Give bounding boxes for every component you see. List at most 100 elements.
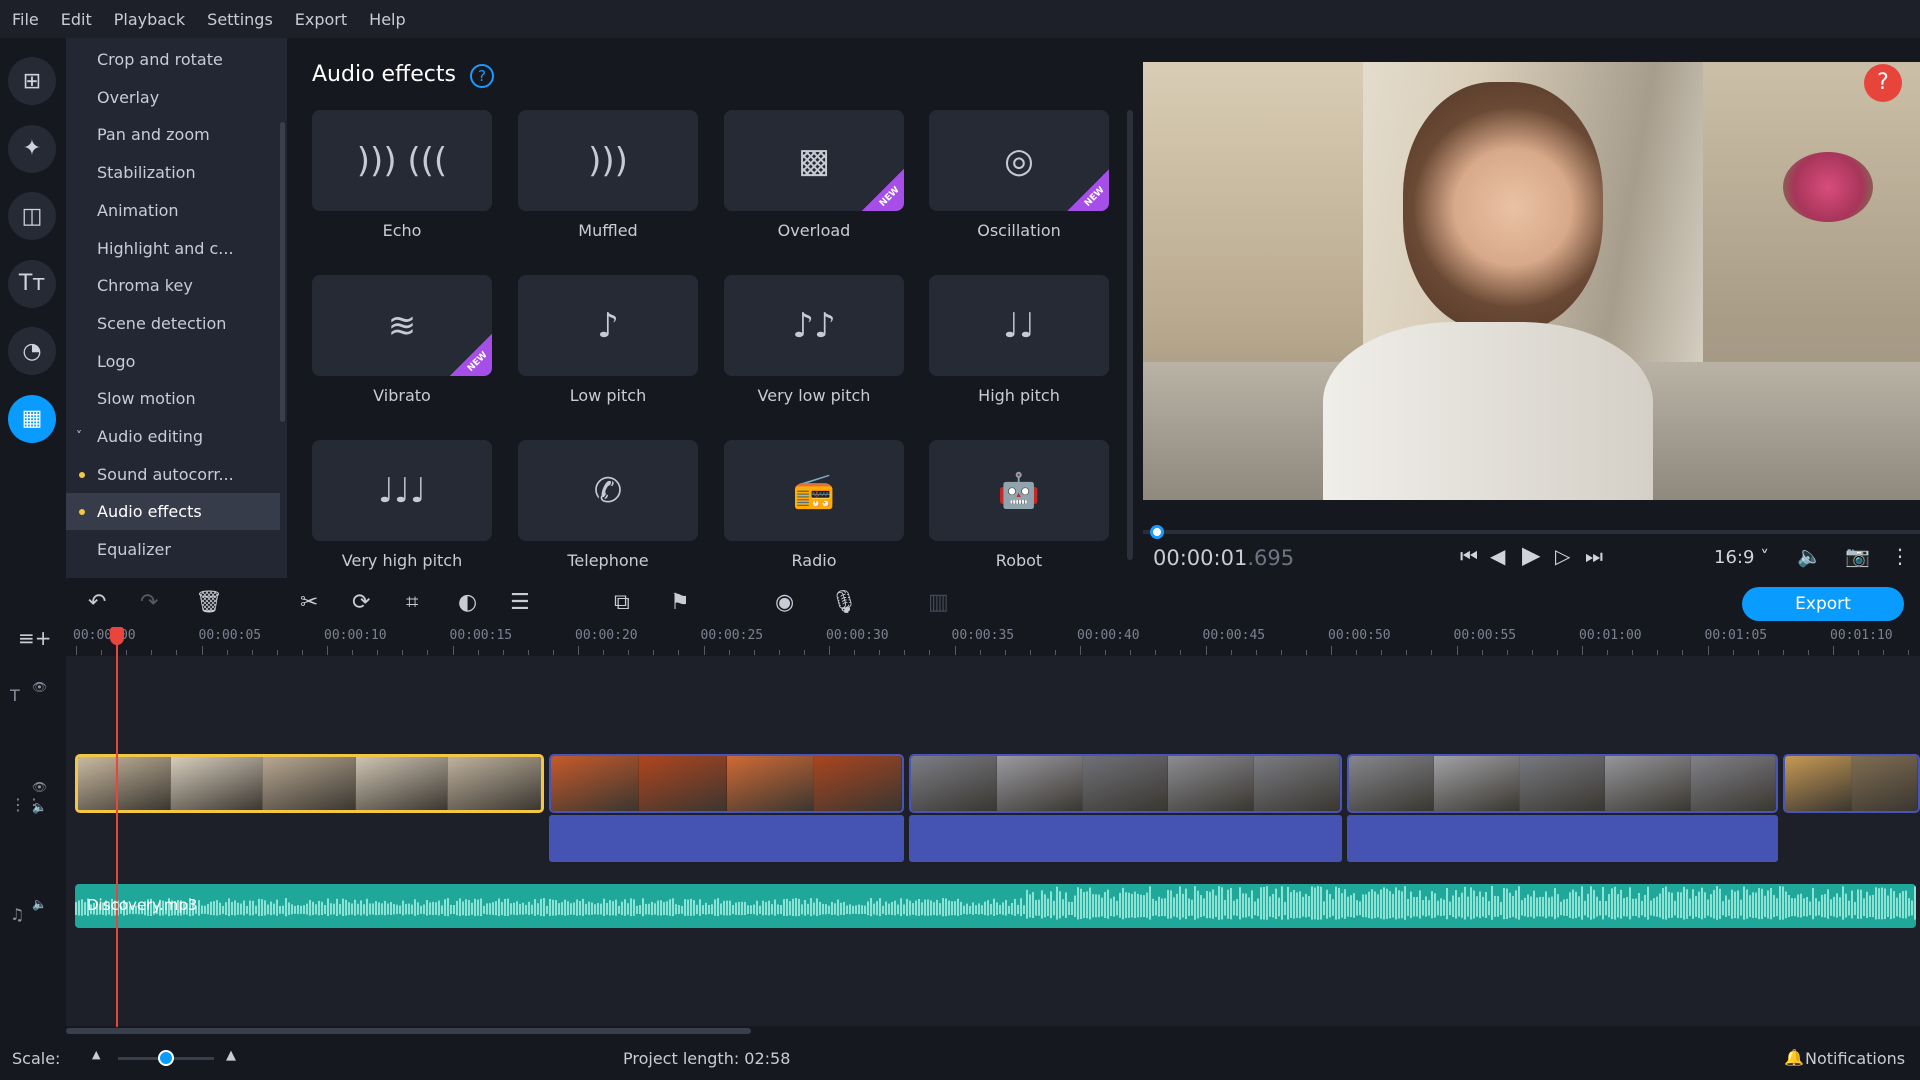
transition-wizard-icon[interactable]: ⧉ [614, 590, 630, 615]
tools-list-item[interactable]: Stabilization [66, 154, 280, 191]
effect-tile-very-low-pitch[interactable]: ♪♪ [724, 275, 904, 376]
tools-list-item[interactable]: ˅ Audio editing [66, 418, 280, 455]
color-adjust-icon[interactable]: ◐ [458, 590, 477, 615]
tools-list-item[interactable]: Sound autocorr... [66, 456, 280, 493]
effect-tile-low-pitch[interactable]: ♪ [518, 275, 698, 376]
tools-list-item[interactable]: Slow motion [66, 380, 280, 417]
effect-tile-vibrato[interactable]: ≋ NEW [312, 275, 492, 376]
aspect-ratio-dropdown[interactable]: 16:9 ˅ [1714, 547, 1769, 568]
effect-tile-robot[interactable]: 🤖 [929, 440, 1109, 541]
redo-icon[interactable]: ↷ [140, 590, 158, 615]
effect-tile-high-pitch[interactable]: ♩♩ [929, 275, 1109, 376]
volume-icon[interactable]: 🔈 [1797, 544, 1822, 568]
tools-list-item[interactable]: Scene detection [66, 305, 280, 342]
snapshot-icon[interactable]: 📷 [1845, 544, 1870, 568]
tools-list-item[interactable]: Chroma key [66, 267, 280, 304]
magic-wand-button[interactable]: ✦ [8, 124, 56, 173]
menu-edit[interactable]: Edit [61, 10, 92, 29]
next-frame-icon[interactable]: ▷ [1555, 544, 1570, 568]
video-clip[interactable] [549, 754, 904, 813]
effect-tile-muffled[interactable]: ))) [518, 110, 698, 211]
menu-help[interactable]: Help [369, 10, 405, 29]
effect-tile-very-high-pitch[interactable]: ♩♩♩ [312, 440, 492, 541]
scale-slider-handle[interactable] [158, 1050, 174, 1066]
add-track-icon[interactable]: ≡+ [18, 626, 52, 650]
crop-icon[interactable]: ⌗ [406, 590, 418, 615]
help-icon[interactable]: ? [470, 64, 494, 88]
tools-list-item[interactable]: Equalizer [66, 531, 280, 568]
audio-mute-icon[interactable]: 🔈 [32, 897, 47, 911]
tools-list-item[interactable]: Overlay [66, 79, 280, 116]
ruler-tick [402, 650, 404, 655]
titles-button[interactable]: Tт [8, 259, 56, 308]
timeline-ruler[interactable]: 00:00:00 00:00:05 00:00:10 00:00:15 00:00:20… [66, 625, 1920, 655]
waveform-bar [1224, 900, 1226, 916]
effect-tile-overload[interactable]: ▩ NEW [724, 110, 904, 211]
effect-label: Echo [382, 221, 422, 240]
audio-levels-icon[interactable]: ▥ [928, 590, 949, 615]
marker-icon[interactable]: ⚑ [670, 590, 690, 615]
video-mute-icon[interactable]: 🔈 [32, 800, 47, 814]
more-tools-button[interactable]: ▦ [8, 394, 56, 443]
clip-properties-icon[interactable]: ☰ [510, 590, 530, 615]
waveform-bar [852, 905, 854, 914]
menu-settings[interactable]: Settings [207, 10, 273, 29]
tools-list-scrollbar[interactable] [280, 122, 285, 422]
play-icon[interactable]: ▶ [1522, 541, 1540, 569]
zoom-in-icon[interactable]: ▲ [226, 1048, 236, 1063]
playhead[interactable] [116, 627, 118, 1027]
cut-icon[interactable]: ✂ [300, 590, 318, 615]
seek-handle[interactable] [1149, 525, 1164, 539]
waveform-bar [1311, 886, 1313, 920]
import-button[interactable]: ⊞ [8, 57, 56, 105]
menu-file[interactable]: File [12, 10, 39, 29]
transitions-button[interactable]: ◫ [8, 192, 56, 240]
timeline-scrollbar[interactable] [66, 1028, 751, 1034]
video-clip[interactable] [909, 754, 1342, 813]
menu-export[interactable]: Export [295, 10, 347, 29]
webcam-icon[interactable]: ◉ [775, 590, 794, 615]
zoom-out-icon[interactable]: ▲ [92, 1048, 100, 1061]
rotate-icon[interactable]: ⟳ [352, 590, 370, 615]
skip-to-end-icon[interactable]: ⏭ [1585, 544, 1603, 568]
skip-to-start-icon[interactable]: ⏮ [1460, 544, 1478, 568]
tools-list-item[interactable]: Pan and zoom [66, 116, 280, 153]
tools-list-item[interactable]: Animation [66, 192, 280, 229]
help-button[interactable]: ? [1864, 64, 1902, 102]
menu-playback[interactable]: Playback [114, 10, 185, 29]
microphone-icon[interactable]: 🎙 [830, 590, 858, 615]
video-clip[interactable] [1783, 754, 1920, 813]
export-button[interactable]: Export [1742, 587, 1904, 621]
waveform-bar [1848, 900, 1850, 916]
tools-list-item[interactable]: Crop and rotate [66, 41, 280, 78]
effect-tile-echo[interactable]: ))) ((( [312, 110, 492, 211]
undo-icon[interactable]: ↶ [88, 590, 106, 615]
seek-bar[interactable] [1143, 530, 1920, 534]
effect-tile-telephone[interactable]: ✆ [518, 440, 698, 541]
more-options-icon[interactable]: ⋮ [1890, 544, 1910, 568]
playhead-handle[interactable] [110, 627, 124, 645]
video-visibility-icon[interactable]: 👁 [32, 780, 47, 794]
tools-list-item[interactable]: Highlight and c... [66, 230, 280, 267]
effect-tile-oscillation[interactable]: ◎ NEW [929, 110, 1109, 211]
clip-audio-block[interactable] [909, 815, 1342, 862]
bell-icon[interactable]: 🔔 [1784, 1048, 1804, 1067]
audio-clip[interactable]: Discovery.mp3 [75, 884, 1916, 928]
waveform-bar [1440, 898, 1442, 917]
panel-scrollbar[interactable] [1127, 110, 1133, 560]
clip-audio-block[interactable] [549, 815, 904, 862]
video-clip[interactable] [1347, 754, 1778, 813]
notifications-button[interactable]: Notifications [1805, 1049, 1905, 1068]
tools-list-item[interactable]: Logo [66, 343, 280, 380]
stickers-button[interactable]: ◔ [8, 327, 56, 375]
tools-list-item[interactable]: Audio effects [66, 493, 280, 531]
visibility-icon[interactable]: 👁 [32, 680, 47, 694]
scale-label: Scale: [12, 1049, 61, 1068]
delete-icon[interactable]: 🗑 [195, 590, 223, 615]
clip-audio-block[interactable] [1347, 815, 1778, 862]
ruler-tick [1431, 650, 1433, 655]
effect-tile-radio[interactable]: 📻 [724, 440, 904, 541]
video-clip[interactable] [75, 754, 544, 813]
chevron-down-icon[interactable]: ˅ [76, 418, 82, 455]
previous-frame-icon[interactable]: ◀︎ [1490, 544, 1505, 568]
